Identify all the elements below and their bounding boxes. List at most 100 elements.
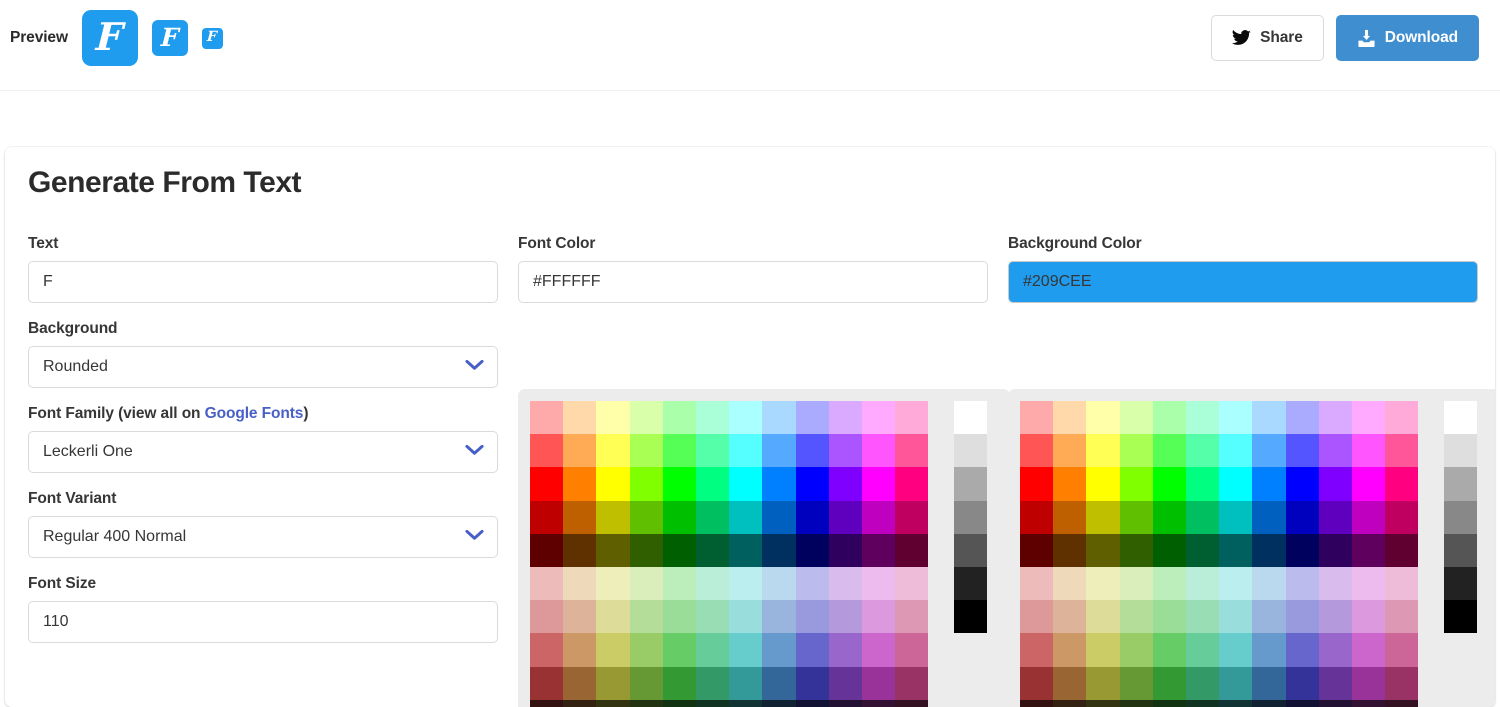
color-swatch[interactable] (1285, 666, 1319, 700)
color-swatch[interactable] (596, 500, 630, 534)
color-swatch[interactable] (828, 434, 862, 468)
grayscale-swatch[interactable] (954, 434, 988, 468)
color-swatch[interactable] (895, 566, 929, 601)
color-swatch[interactable] (762, 500, 796, 534)
color-swatch[interactable] (1385, 467, 1419, 501)
color-swatch[interactable] (1219, 633, 1253, 667)
color-swatch[interactable] (1020, 633, 1054, 667)
color-swatch[interactable] (1185, 566, 1220, 601)
color-swatch[interactable] (1318, 566, 1352, 601)
color-swatch[interactable] (729, 401, 763, 435)
color-swatch[interactable] (1152, 467, 1186, 501)
color-swatch[interactable] (1252, 633, 1286, 667)
color-swatch[interactable] (895, 533, 929, 567)
color-swatch[interactable] (795, 666, 829, 700)
color-swatch[interactable] (629, 467, 663, 501)
color-swatch[interactable] (1152, 699, 1186, 707)
color-swatch[interactable] (1185, 666, 1220, 700)
color-swatch[interactable] (1285, 533, 1319, 567)
color-swatch[interactable] (762, 699, 796, 707)
color-swatch[interactable] (861, 633, 896, 667)
color-swatch[interactable] (662, 633, 696, 667)
color-swatch[interactable] (1219, 566, 1253, 601)
color-swatch[interactable] (563, 600, 597, 634)
color-swatch[interactable] (1119, 500, 1153, 534)
color-swatch[interactable] (1351, 666, 1386, 700)
color-swatch[interactable] (662, 566, 696, 601)
color-swatch[interactable] (1086, 533, 1120, 567)
color-swatch[interactable] (530, 666, 564, 700)
color-swatch[interactable] (1252, 500, 1286, 534)
color-swatch[interactable] (1119, 467, 1153, 501)
color-swatch[interactable] (795, 600, 829, 634)
color-swatch[interactable] (1385, 500, 1419, 534)
color-swatch[interactable] (1351, 600, 1386, 634)
color-swatch[interactable] (1219, 699, 1253, 707)
color-swatch[interactable] (795, 699, 829, 707)
color-swatch[interactable] (1020, 699, 1054, 707)
color-swatch[interactable] (1020, 533, 1054, 567)
color-swatch[interactable] (1053, 699, 1087, 707)
color-swatch[interactable] (530, 467, 564, 501)
color-swatch[interactable] (629, 633, 663, 667)
color-swatch[interactable] (1020, 467, 1054, 501)
color-swatch[interactable] (828, 401, 862, 435)
color-swatch[interactable] (795, 633, 829, 667)
grayscale-swatch[interactable] (1444, 500, 1478, 534)
color-swatch[interactable] (695, 434, 730, 468)
color-swatch[interactable] (828, 566, 862, 601)
color-swatch[interactable] (530, 533, 564, 567)
color-swatch[interactable] (1318, 633, 1352, 667)
color-swatch[interactable] (662, 600, 696, 634)
grayscale-swatch[interactable] (954, 401, 988, 435)
color-swatch[interactable] (895, 401, 929, 435)
color-swatch[interactable] (1385, 434, 1419, 468)
background-color-input[interactable] (1008, 261, 1478, 303)
color-swatch[interactable] (1053, 633, 1087, 667)
color-swatch[interactable] (729, 434, 763, 468)
color-swatch[interactable] (1152, 600, 1186, 634)
color-swatch[interactable] (1185, 500, 1220, 534)
color-swatch[interactable] (762, 666, 796, 700)
color-swatch[interactable] (1152, 401, 1186, 435)
color-swatch[interactable] (762, 566, 796, 601)
grayscale-swatch[interactable] (1444, 434, 1478, 468)
color-swatch[interactable] (1053, 666, 1087, 700)
color-swatch[interactable] (1285, 401, 1319, 435)
color-swatch[interactable] (1285, 467, 1319, 501)
font-family-select[interactable] (28, 431, 498, 473)
color-swatch[interactable] (596, 533, 630, 567)
color-swatch[interactable] (762, 467, 796, 501)
color-swatch[interactable] (1119, 633, 1153, 667)
color-swatch[interactable] (1053, 533, 1087, 567)
color-swatch[interactable] (762, 401, 796, 435)
grayscale-swatch[interactable] (1444, 533, 1478, 567)
color-swatch[interactable] (1185, 699, 1220, 707)
color-swatch[interactable] (762, 633, 796, 667)
color-swatch[interactable] (1119, 434, 1153, 468)
color-swatch[interactable] (1152, 566, 1186, 601)
color-swatch[interactable] (895, 500, 929, 534)
color-swatch[interactable] (861, 434, 896, 468)
color-swatch[interactable] (895, 434, 929, 468)
color-swatch[interactable] (861, 500, 896, 534)
color-swatch[interactable] (861, 566, 896, 601)
color-swatch[interactable] (1351, 699, 1386, 707)
color-swatch[interactable] (1119, 666, 1153, 700)
color-swatch[interactable] (530, 434, 564, 468)
color-swatch[interactable] (1318, 434, 1352, 468)
color-swatch[interactable] (530, 699, 564, 707)
color-swatch[interactable] (629, 500, 663, 534)
color-swatch[interactable] (695, 467, 730, 501)
grayscale-swatch[interactable] (954, 566, 988, 601)
color-swatch[interactable] (563, 401, 597, 435)
color-swatch[interactable] (729, 533, 763, 567)
color-swatch[interactable] (1285, 434, 1319, 468)
color-swatch[interactable] (1252, 566, 1286, 601)
color-swatch[interactable] (1020, 666, 1054, 700)
color-swatch[interactable] (795, 434, 829, 468)
color-swatch[interactable] (1020, 566, 1054, 601)
color-swatch[interactable] (1285, 500, 1319, 534)
color-swatch[interactable] (695, 666, 730, 700)
color-swatch[interactable] (695, 566, 730, 601)
